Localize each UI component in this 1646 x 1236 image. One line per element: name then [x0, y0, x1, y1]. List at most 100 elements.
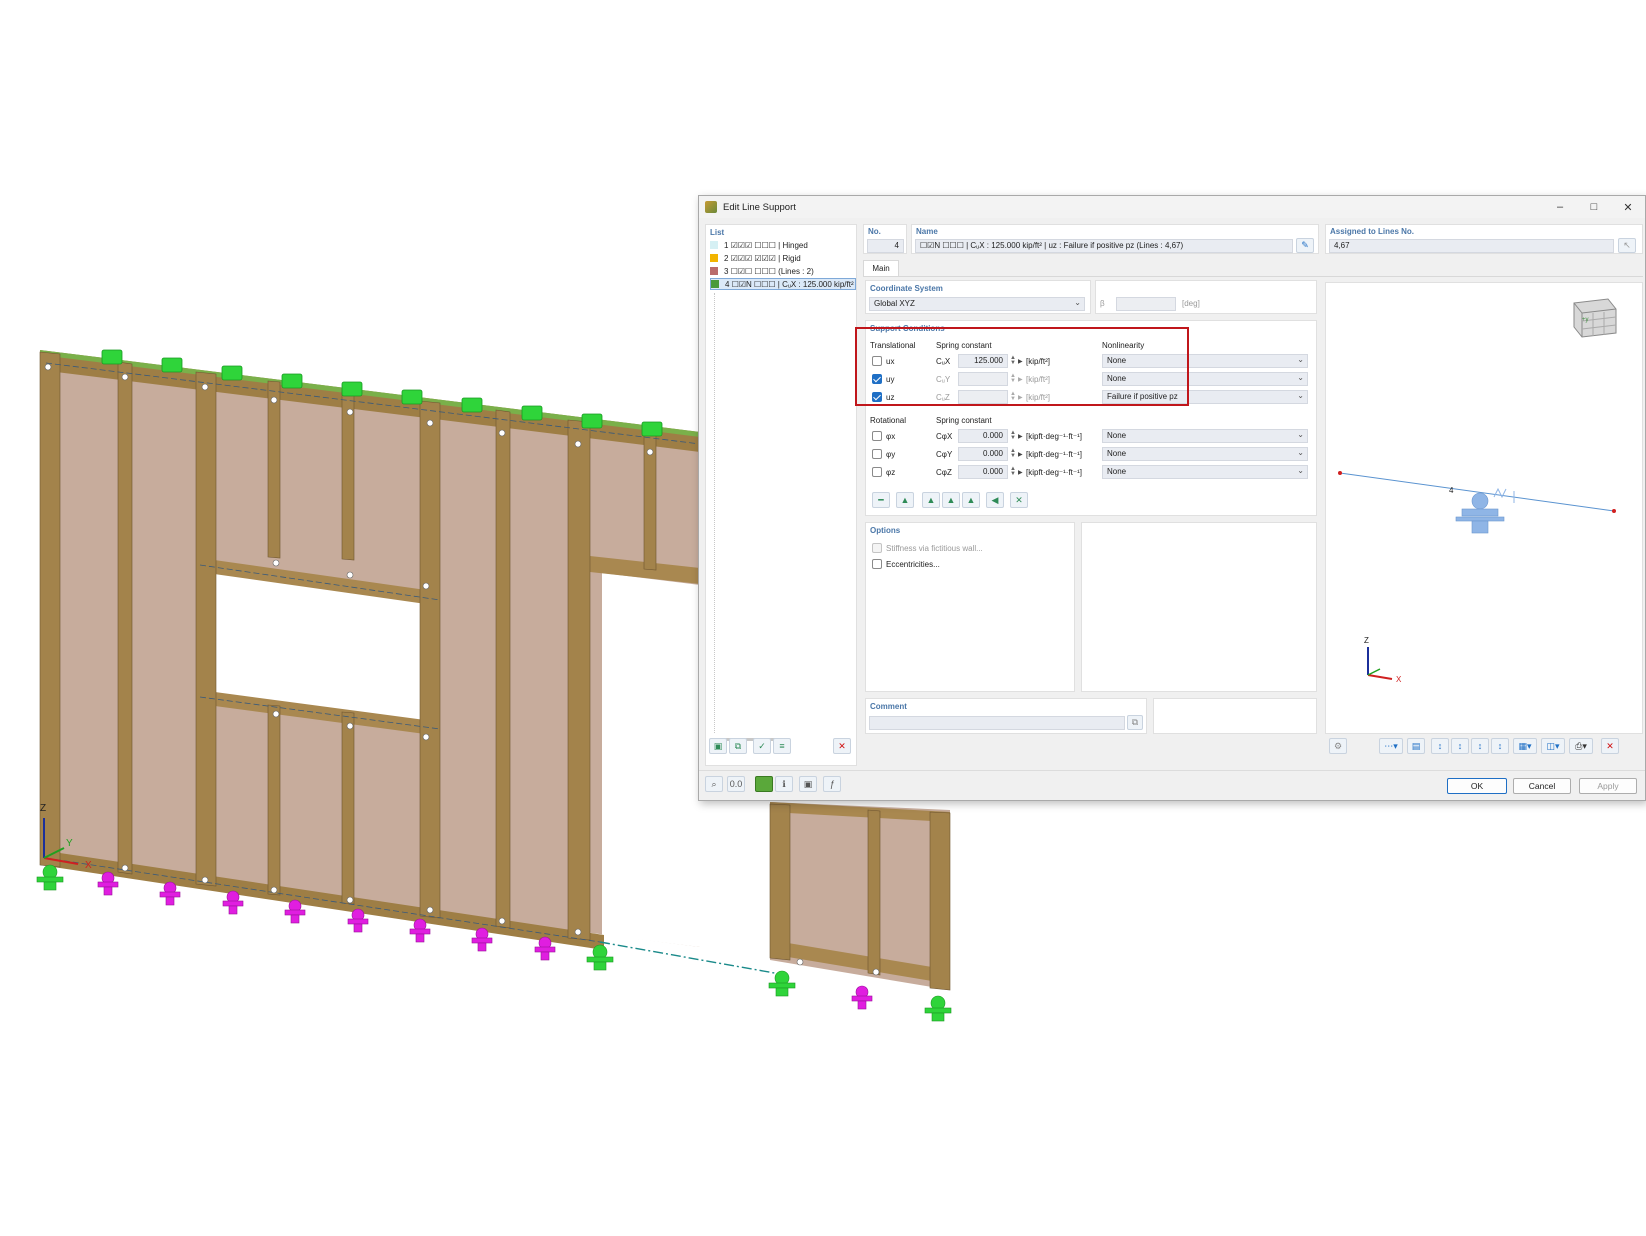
cphiy-spinner[interactable]: ▲ ▼ — [1010, 448, 1016, 459]
dialog-titlebar: Edit Line Support – □ ✕ — [699, 196, 1645, 218]
preset-hinged-y-button[interactable]: ▲ — [922, 492, 940, 508]
view-x-icon[interactable]: ↕ — [1431, 738, 1449, 754]
name-label: Name — [916, 227, 938, 236]
comment-library-icon[interactable]: ⧉ — [1127, 715, 1143, 730]
phiz-label: φz — [886, 468, 896, 477]
preset-free-button[interactable]: ━ — [872, 492, 890, 508]
view-iso-icon[interactable]: ↕ — [1491, 738, 1509, 754]
phiz-checkbox[interactable] — [872, 467, 882, 477]
close-button[interactable]: ✕ — [1611, 196, 1645, 218]
phix-label: φx — [886, 432, 896, 441]
preview-node-start — [1338, 471, 1342, 475]
phiz-nonlinearity-dropdown[interactable]: None ⌄ — [1102, 465, 1308, 479]
options-header: Options — [870, 526, 901, 535]
coordinate-system-panel: Coordinate System Global XYZ ⌄ — [865, 280, 1091, 314]
tree-guide — [714, 293, 715, 733]
render-mode-icon[interactable]: ▦▾ — [1513, 738, 1537, 754]
preview-axis-x: X — [1396, 675, 1402, 684]
preset-sliding-button[interactable]: ◀ — [986, 492, 1004, 508]
minimize-button[interactable]: – — [1543, 196, 1577, 218]
beta-field[interactable] — [1116, 297, 1176, 311]
apply-button[interactable]: Apply — [1579, 778, 1637, 794]
phix-nonlinearity-dropdown[interactable]: None ⌄ — [1102, 429, 1308, 443]
preview-line-number: 4 — [1449, 486, 1454, 495]
phiy-label: φy — [886, 450, 896, 459]
edit-name-icon[interactable]: ✎ — [1296, 238, 1314, 253]
print-icon[interactable]: ⎙▾ — [1569, 738, 1593, 754]
reset-view-icon[interactable]: ✕ — [1601, 738, 1619, 754]
no-field[interactable]: 4 — [867, 239, 904, 253]
cphiz-arrow-icon[interactable]: ▶ — [1018, 469, 1023, 476]
beta-label: β — [1100, 299, 1105, 308]
beta-unit: [deg] — [1182, 299, 1200, 308]
color-picker-icon[interactable] — [755, 776, 773, 792]
options-panel: Options Stiffness via fictitious wall...… — [865, 522, 1075, 692]
cphiy-field[interactable]: 0.000 — [958, 447, 1008, 461]
list-item[interactable]: 2 ☑☑☑ ☑☑☑ | Rigid — [710, 252, 854, 264]
cphiz-unit: [kipft·deg⁻¹·ft⁻¹] — [1026, 468, 1083, 477]
search-icon[interactable]: ⌕ — [705, 776, 723, 792]
info-icon[interactable]: ℹ — [775, 776, 793, 792]
new-item-button[interactable]: ▣ — [709, 738, 727, 754]
preset-fixed-button[interactable]: ✕ — [1010, 492, 1028, 508]
preview-settings-icon[interactable]: ⚙ — [1329, 738, 1347, 754]
phiy-nonlinearity-dropdown[interactable]: None ⌄ — [1102, 447, 1308, 461]
preset-rigid-button[interactable]: ▲ — [962, 492, 980, 508]
cphix-spinner[interactable]: ▲ ▼ — [1010, 430, 1016, 441]
tab-main[interactable]: Main — [863, 260, 899, 276]
chevron-down-icon: ⌄ — [1297, 466, 1304, 475]
view-z-icon[interactable]: ↕ — [1471, 738, 1489, 754]
list-item[interactable]: 3 ☐☑☐ ☐☐☐ (Lines : 2) — [710, 265, 854, 277]
edit-line-support-dialog: Edit Line Support – □ ✕ List 1 ☑☑☑ ☐☐☐ |… — [698, 195, 1646, 801]
list-item-selected[interactable]: 4 ☐☑N ☐☐☐ | CᵤX : 125.000 kip/ft² — [710, 278, 856, 290]
view-y-icon[interactable]: ↕ — [1451, 738, 1469, 754]
door-opening — [602, 573, 700, 947]
name-field[interactable]: ☐☑N ☐☐☐ | CᵤX : 125.000 kip/ft² | uz : F… — [915, 239, 1293, 253]
list-item[interactable]: 1 ☑☑☑ ☐☐☐ | Hinged — [710, 239, 854, 251]
cphiz-spinner[interactable]: ▲ ▼ — [1010, 466, 1016, 477]
ok-button[interactable]: OK — [1447, 778, 1507, 794]
renumber-button[interactable]: ≡ — [773, 738, 791, 754]
fictitious-wall-label: Stiffness via fictitious wall... — [886, 544, 983, 553]
function-icon[interactable]: ƒ — [823, 776, 841, 792]
name-panel: Name ☐☑N ☐☐☐ | CᵤX : 125.000 kip/ft² | u… — [911, 224, 1319, 254]
rotational-label: Rotational — [870, 416, 907, 425]
bottom-divider — [699, 770, 1645, 771]
cphix-label: CφX — [936, 432, 953, 441]
cphix-field[interactable]: 0.000 — [958, 429, 1008, 443]
comment-header: Comment — [870, 702, 907, 711]
phix-checkbox[interactable] — [872, 431, 882, 441]
units-icon[interactable]: 0.0 — [727, 776, 745, 792]
view-options-icon[interactable]: ⋯▾ — [1379, 738, 1403, 754]
preview-graphic — [1338, 298, 1617, 680]
check-item-button[interactable]: ✓ — [753, 738, 771, 754]
coordinate-system-header: Coordinate System — [870, 284, 943, 293]
maximize-button[interactable]: □ — [1577, 196, 1611, 218]
color-swatch — [710, 267, 718, 275]
cphix-arrow-icon[interactable]: ▶ — [1018, 433, 1023, 440]
display-icon[interactable]: ▤ — [1407, 738, 1425, 754]
select-lines-icon[interactable]: ↖ — [1618, 238, 1636, 253]
preview-axis-z: Z — [1364, 636, 1369, 645]
perspective-icon[interactable]: ◫▾ — [1541, 738, 1565, 754]
cancel-button[interactable]: Cancel — [1513, 778, 1571, 794]
cphiy-arrow-icon[interactable]: ▶ — [1018, 451, 1023, 458]
axis-x-label: X — [85, 860, 92, 871]
chevron-down-icon: ⌄ — [1297, 430, 1304, 439]
delete-icon[interactable]: ✕ — [833, 738, 851, 754]
eccentricities-checkbox[interactable] — [872, 559, 882, 569]
chevron-down-icon: ⌄ — [1297, 391, 1304, 400]
color-swatch — [711, 280, 719, 288]
display-settings-icon[interactable]: ▣ — [799, 776, 817, 792]
comment-field[interactable] — [869, 716, 1125, 730]
assigned-lines-field[interactable]: 4,67 — [1329, 239, 1614, 253]
preview-panel[interactable]: 4 Z X +y — [1325, 282, 1643, 734]
phiy-checkbox[interactable] — [872, 449, 882, 459]
coordinate-system-dropdown[interactable]: Global XYZ ⌄ — [869, 297, 1085, 311]
copy-item-button[interactable]: ⧉ — [729, 738, 747, 754]
no-label: No. — [868, 227, 881, 236]
cphiz-field[interactable]: 0.000 — [958, 465, 1008, 479]
preset-hinged-x-button[interactable]: ▲ — [942, 492, 960, 508]
fictitious-wall-checkbox[interactable] — [872, 543, 882, 553]
preset-hinged-button[interactable]: ▲ — [896, 492, 914, 508]
